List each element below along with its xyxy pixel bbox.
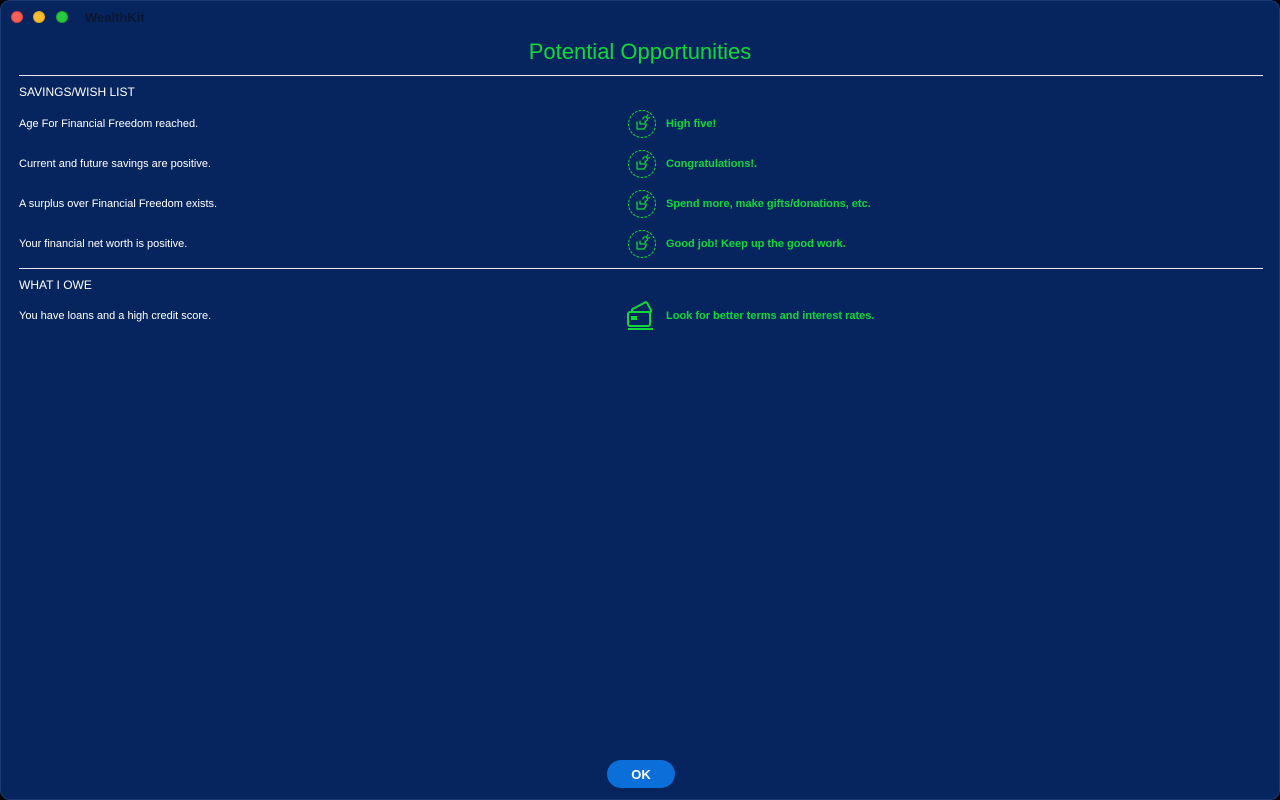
app-window: WealthKit Potential Opportunities SAVING… (0, 0, 1280, 800)
page-title: Potential Opportunities (528, 39, 752, 64)
credit-card-icon (627, 301, 653, 330)
row-message: Spend more, make gifts/donations, etc. (666, 198, 871, 210)
row-message: Good job! Keep up the good work. (666, 238, 846, 250)
row-message: Look for better terms and interest rates… (666, 310, 875, 322)
row-label: Age For Financial Freedom reached. (19, 118, 199, 130)
section-title-savings: SAVINGS/WISH LIST (19, 85, 135, 99)
high-five-icon (628, 150, 656, 178)
high-five-icon (628, 230, 656, 258)
high-five-icon (628, 110, 656, 138)
minimize-window-button[interactable] (33, 11, 45, 23)
ok-button[interactable]: OK (607, 760, 675, 788)
row-message: Congratulations!. (666, 158, 758, 170)
row-message: High five! (666, 118, 717, 130)
close-window-button[interactable] (11, 11, 23, 23)
high-five-icon (628, 190, 656, 218)
section-divider-savings (19, 75, 1263, 76)
app-title: WealthKit (85, 10, 145, 25)
row-label: Your financial net worth is positive. (19, 238, 188, 250)
row-label: A surplus over Financial Freedom exists. (19, 198, 218, 210)
zoom-window-button[interactable] (56, 11, 68, 23)
section-divider-owe (19, 268, 1263, 269)
title-bar: WealthKit (1, 1, 1279, 33)
row-label: Current and future savings are positive. (19, 158, 211, 170)
row-label: You have loans and a high credit score. (19, 310, 212, 322)
section-title-owe: WHAT I OWE (19, 278, 92, 292)
